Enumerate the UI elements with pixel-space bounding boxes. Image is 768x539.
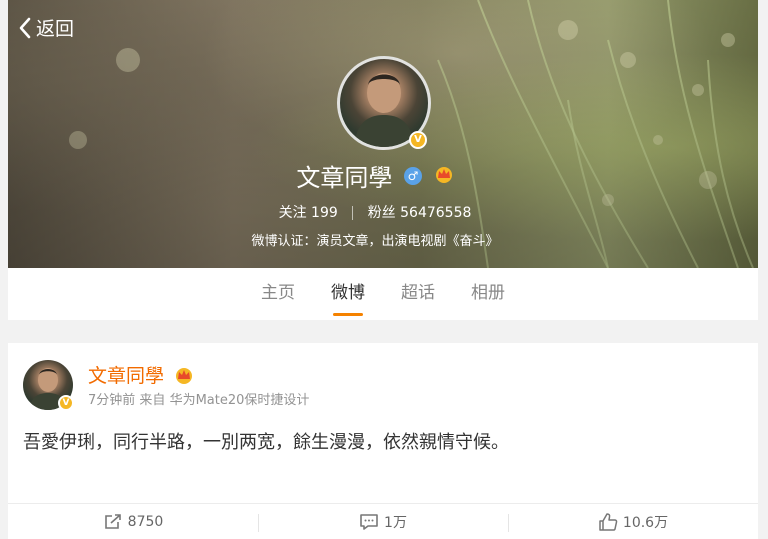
- post-text: 吾愛伊琍，同行半路，一別两宽，餘生漫漫，依然親情守候。: [23, 432, 509, 453]
- post-meta: 7分钟前 来自 华为Mate20保时捷设计: [88, 389, 309, 408]
- follow-label: 关注: [278, 205, 307, 221]
- tab-album[interactable]: 相册: [453, 268, 523, 320]
- fans-count: 56476558: [400, 205, 472, 221]
- like-icon: [599, 512, 618, 531]
- comment-button[interactable]: 1万: [258, 504, 508, 539]
- crown-icon: [435, 166, 452, 183]
- verification-text: 微博认证：演员文章，出演电视剧《奋斗》: [251, 234, 499, 249]
- repost-button[interactable]: 8750: [8, 504, 258, 539]
- post-source: 华为Mate20保时捷设计: [169, 393, 310, 408]
- tab-home[interactable]: 主页: [243, 268, 313, 320]
- verified-icon: V: [409, 131, 427, 149]
- fans-stat[interactable]: 粉丝 56476558: [368, 205, 472, 221]
- back-label: 返回: [36, 18, 75, 40]
- profile-name: 文章同學: [296, 164, 393, 192]
- back-button[interactable]: 返回: [18, 14, 74, 41]
- post-source-prefix: 来自: [139, 393, 166, 408]
- like-button[interactable]: 10.6万: [508, 504, 758, 539]
- follow-stat[interactable]: 关注 199: [279, 205, 338, 221]
- comment-count: 1万: [384, 514, 407, 531]
- crown-icon: [176, 368, 193, 384]
- repost-icon: [104, 513, 121, 529]
- post-card: V 文章同學 7分钟前 来自 华为Mate20保时捷设计 吾愛伊琍，同行半路，一…: [8, 343, 758, 539]
- stats-divider: [352, 206, 354, 220]
- follow-count: 199: [311, 205, 338, 221]
- verified-icon: V: [58, 395, 74, 411]
- tab-weibo[interactable]: 微博: [313, 268, 383, 320]
- chevron-left-icon: [19, 17, 31, 38]
- profile-stats: 关注 199 粉丝 56476558: [0, 202, 750, 222]
- post-actions: 8750 1万 10.6万: [8, 503, 758, 539]
- post-author[interactable]: 文章同學: [88, 361, 194, 388]
- post-author-name: 文章同學: [88, 365, 165, 387]
- profile-tabs: 主页 微博 超话 相册: [8, 268, 758, 320]
- like-count: 10.6万: [622, 514, 669, 531]
- repost-count: 8750: [127, 513, 164, 530]
- fans-label: 粉丝: [367, 205, 396, 221]
- profile-name-row: 文章同學 ♂: [0, 158, 750, 193]
- post-time: 7分钟前: [88, 393, 136, 408]
- comment-icon: [360, 513, 378, 530]
- tab-super-topic[interactable]: 超话: [383, 268, 453, 320]
- male-icon: ♂: [404, 166, 422, 185]
